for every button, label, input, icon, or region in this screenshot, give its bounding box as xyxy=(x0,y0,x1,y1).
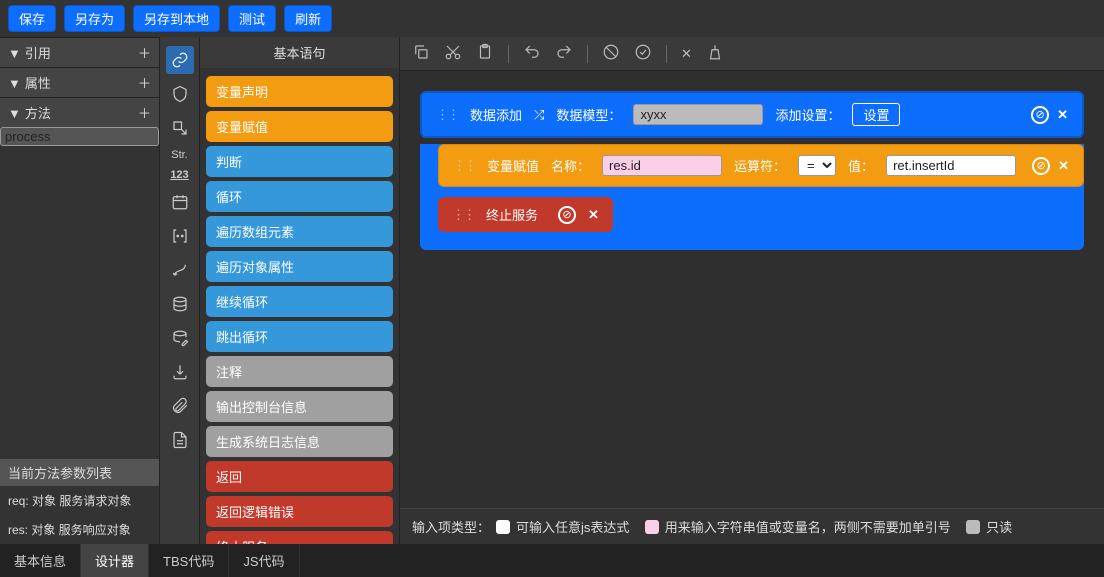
download-icon[interactable] xyxy=(166,358,194,386)
palette-item[interactable]: 遍历数组元素 xyxy=(206,216,393,247)
link-icon[interactable] xyxy=(166,46,194,74)
canvas-area: ✕ ⋮⋮ 数据添加 ⤮ 数据模型： 添加设置： 设置 ⊘ ✕ ⋮⋮ 变量赋 xyxy=(400,37,1104,544)
settings-button[interactable]: 设置 xyxy=(852,103,900,126)
var-value-input[interactable] xyxy=(886,155,1016,176)
tab-tbs[interactable]: TBS代码 xyxy=(149,544,229,577)
palette-item[interactable]: 生成系统日志信息 xyxy=(206,426,393,457)
block-terminate[interactable]: ⋮⋮ 终止服务 ⊘ ✕ xyxy=(438,197,613,232)
close-icon[interactable]: ✕ xyxy=(1057,107,1068,123)
plus-icon[interactable]: ＋ xyxy=(138,43,151,62)
section-attribute[interactable]: ▼ 属性 ＋ xyxy=(0,67,159,97)
operator-select[interactable]: = xyxy=(798,155,836,176)
chevron-down-icon: ▼ xyxy=(8,106,21,121)
palette-item[interactable]: 跳出循环 xyxy=(206,321,393,352)
field-label: 添加设置： xyxy=(775,105,840,124)
param-line: req: 对象 服务请求对象 xyxy=(0,486,159,515)
swatch-pink xyxy=(645,520,659,534)
plus-icon[interactable]: ＋ xyxy=(138,73,151,92)
disable-icon[interactable]: ⊘ xyxy=(1032,157,1050,175)
shuffle-icon[interactable]: ⤮ xyxy=(534,107,544,123)
palette-title: 基本语句 xyxy=(200,37,399,68)
palette-item[interactable]: 注释 xyxy=(206,356,393,387)
palette-item[interactable]: 返回逻辑错误 xyxy=(206,496,393,527)
field-label: 名称： xyxy=(551,156,590,175)
copy-icon[interactable] xyxy=(412,43,430,64)
document-icon[interactable] xyxy=(166,426,194,454)
close-icon[interactable]: ✕ xyxy=(588,207,599,223)
close-icon[interactable]: ✕ xyxy=(1058,158,1069,174)
undo-icon[interactable] xyxy=(523,43,541,64)
data-model-input[interactable] xyxy=(633,104,763,125)
swatch-white xyxy=(496,520,510,534)
tab-designer[interactable]: 设计器 xyxy=(81,544,149,577)
palette-item[interactable]: 变量声明 xyxy=(206,76,393,107)
category-strip: Str. 123 xyxy=(160,37,200,544)
disable-icon[interactable]: ⊘ xyxy=(1031,106,1049,124)
statement-palette: 基本语句 变量声明变量赋值判断循环遍历数组元素遍历对象属性继续循环跳出循环注释输… xyxy=(200,37,400,544)
palette-item[interactable]: 终止服务 xyxy=(206,531,393,544)
string-icon[interactable]: Str. xyxy=(171,149,188,161)
block-var-assign[interactable]: ⋮⋮ 变量赋值 名称： 运算符： = 值： ⊘ ✕ xyxy=(438,144,1084,187)
chevron-down-icon: ▼ xyxy=(8,46,21,61)
palette-item[interactable]: 循环 xyxy=(206,181,393,212)
bottom-tabs: 基本信息 设计器 TBS代码 JS代码 xyxy=(0,544,1104,577)
field-label: 值： xyxy=(848,156,874,175)
brackets-icon[interactable] xyxy=(166,222,194,250)
save-local-button[interactable]: 另存到本地 xyxy=(133,5,220,32)
redo-icon[interactable] xyxy=(555,43,573,64)
block-title: 终止服务 xyxy=(486,205,538,224)
drag-handle-icon[interactable]: ⋮⋮ xyxy=(452,207,474,223)
field-label: 数据模型： xyxy=(556,105,621,124)
section-label: 方法 xyxy=(25,106,51,121)
path-icon[interactable] xyxy=(166,256,194,284)
test-button[interactable]: 测试 xyxy=(228,5,276,32)
tab-js[interactable]: JS代码 xyxy=(229,544,299,577)
section-reference[interactable]: ▼ 引用 ＋ xyxy=(0,37,159,67)
database-icon[interactable] xyxy=(166,290,194,318)
database-edit-icon[interactable] xyxy=(166,324,194,352)
left-panel: ▼ 引用 ＋ ▼ 属性 ＋ ▼ 方法 ＋ process 当前方法参数列表 req: … xyxy=(0,37,160,544)
palette-item[interactable]: 返回 xyxy=(206,461,393,492)
var-name-input[interactable] xyxy=(602,155,722,176)
section-method[interactable]: ▼ 方法 ＋ xyxy=(0,97,159,127)
field-label: 运算符： xyxy=(734,156,786,175)
calendar-icon[interactable] xyxy=(166,188,194,216)
export-icon[interactable] xyxy=(166,114,194,142)
palette-item[interactable]: 判断 xyxy=(206,146,393,177)
drag-handle-icon[interactable]: ⋮⋮ xyxy=(436,107,458,123)
paste-icon[interactable] xyxy=(476,43,494,64)
param-line: res: 对象 服务响应对象 xyxy=(0,515,159,544)
top-toolbar: 保存 另存为 另存到本地 测试 刷新 xyxy=(0,0,1104,37)
tab-info[interactable]: 基本信息 xyxy=(0,544,81,577)
save-button[interactable]: 保存 xyxy=(8,5,56,32)
section-label: 引用 xyxy=(25,46,51,61)
block-title: 数据添加 xyxy=(470,105,522,124)
drag-handle-icon[interactable]: ⋮⋮ xyxy=(453,158,475,174)
canvas-toolbar: ✕ xyxy=(400,37,1104,71)
disable-icon[interactable]: ⊘ xyxy=(558,206,576,224)
clean-icon[interactable] xyxy=(706,43,724,64)
palette-item[interactable]: 输出控制台信息 xyxy=(206,391,393,422)
section-label: 属性 xyxy=(25,76,51,91)
chevron-down-icon: ▼ xyxy=(8,76,21,91)
param-list-title: 当前方法参数列表 xyxy=(0,459,159,486)
block-title: 变量赋值 xyxy=(487,156,539,175)
save-as-button[interactable]: 另存为 xyxy=(64,5,125,32)
input-type-legend: 输入项类型： 可输入任意js表达式 用来输入字符串值或变量名，两侧不需要加单引号… xyxy=(400,508,1104,544)
shield-icon[interactable] xyxy=(166,80,194,108)
palette-item[interactable]: 继续循环 xyxy=(206,286,393,317)
disable-icon[interactable] xyxy=(602,43,620,64)
palette-item[interactable]: 遍历对象属性 xyxy=(206,251,393,282)
plus-icon[interactable]: ＋ xyxy=(138,103,151,122)
close-icon[interactable]: ✕ xyxy=(681,46,692,62)
cut-icon[interactable] xyxy=(444,43,462,64)
block-data-add[interactable]: ⋮⋮ 数据添加 ⤮ 数据模型： 添加设置： 设置 ⊘ ✕ xyxy=(420,91,1084,138)
palette-item[interactable]: 变量赋值 xyxy=(206,111,393,142)
number-icon[interactable]: 123 xyxy=(170,169,188,181)
swatch-gray xyxy=(966,520,980,534)
method-item-process[interactable]: process xyxy=(0,127,159,146)
refresh-button[interactable]: 刷新 xyxy=(284,5,332,32)
check-icon[interactable] xyxy=(634,43,652,64)
attachment-icon[interactable] xyxy=(166,392,194,420)
